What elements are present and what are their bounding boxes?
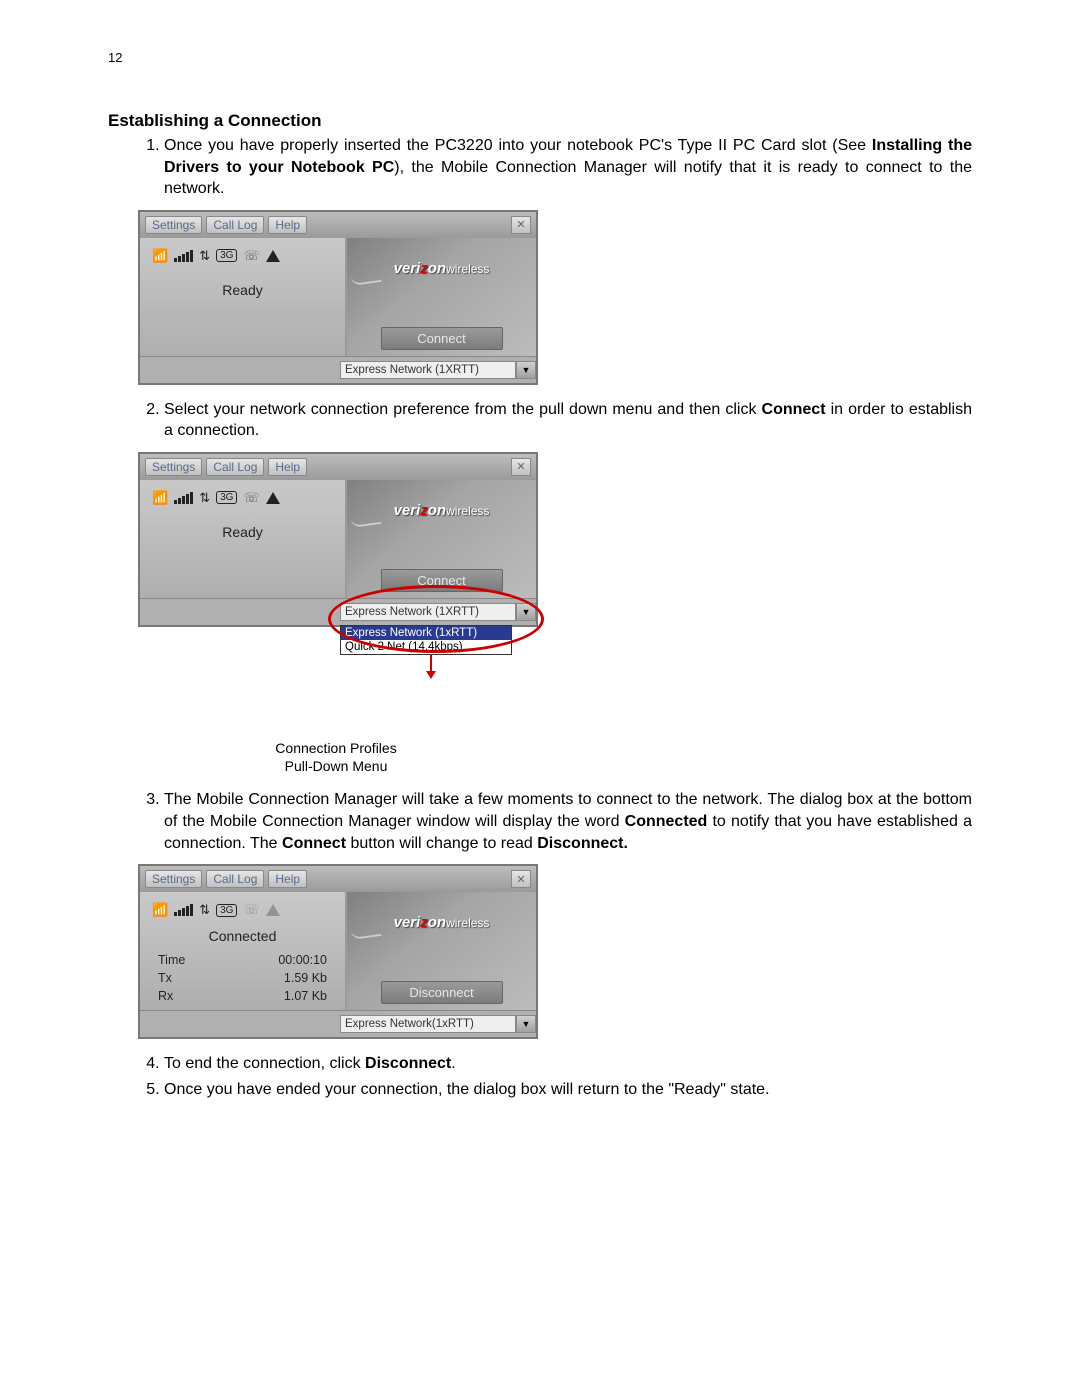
step-bold: Disconnect — [365, 1055, 451, 1072]
triangle-icon — [266, 492, 280, 504]
menu-help[interactable]: Help — [268, 870, 307, 888]
connection-manager-window: Settings Call Log Help ✕ 📶 ⇅ 3G ☏ Ready — [138, 210, 538, 385]
menu-settings[interactable]: Settings — [145, 870, 202, 888]
triangle-icon — [266, 250, 280, 262]
close-icon[interactable]: ✕ — [511, 458, 531, 476]
step-3: The Mobile Connection Manager will take … — [164, 789, 972, 854]
table-row: Rx1.07 Kb — [150, 988, 335, 1004]
step-5: Once you have ended your connection, the… — [164, 1079, 972, 1101]
titlebar: Settings Call Log Help ✕ — [140, 212, 536, 238]
3g-badge-icon: 3G — [216, 249, 237, 262]
menu-settings[interactable]: Settings — [145, 216, 202, 234]
stats-table: Time00:00:10 Tx1.59 Kb Rx1.07 Kb — [148, 950, 337, 1006]
close-icon[interactable]: ✕ — [511, 870, 531, 888]
document-page: 12 Establishing a Connection Once you ha… — [0, 0, 1080, 1170]
signal-bars-icon — [174, 904, 193, 916]
figure-caption: Connection Profiles Pull-Down Menu — [138, 739, 534, 775]
step-bold: Disconnect. — [537, 835, 628, 852]
profile-dropdown-row: Express Network (1XRTT) ▼ — [140, 356, 536, 383]
phone-icon: ☏ — [243, 902, 259, 918]
step-text: Select your network connection preferenc… — [164, 401, 762, 418]
action-panel: verizonwireless Connect — [347, 480, 536, 598]
signal-bars-icon — [174, 250, 193, 262]
disconnect-button[interactable]: Disconnect — [381, 981, 503, 1004]
brand-logo: verizonwireless — [347, 914, 536, 931]
dropdown-option[interactable]: Express Network (1xRTT) — [341, 626, 511, 640]
stat-label: Rx — [150, 988, 221, 1004]
profile-dropdown-row: Express Network (1XRTT) ▼ Express Networ… — [140, 598, 536, 625]
titlebar: Settings Call Log Help ✕ — [140, 866, 536, 892]
stat-label: Tx — [150, 970, 221, 986]
arrows-icon: ⇅ — [199, 490, 210, 506]
triangle-icon — [266, 904, 280, 916]
status-label: Connected — [148, 928, 337, 944]
phone-icon: ☏ — [243, 248, 259, 264]
step-bold: Connect — [762, 401, 826, 418]
dropdown-option[interactable]: Quick 2 Net (14.4kbps) — [341, 640, 511, 654]
signal-bars-icon — [174, 492, 193, 504]
table-row: Tx1.59 Kb — [150, 970, 335, 986]
arrows-icon: ⇅ — [199, 902, 210, 918]
antenna-icon: 📶 — [152, 248, 168, 264]
menu-settings[interactable]: Settings — [145, 458, 202, 476]
step-text: . — [451, 1055, 455, 1072]
profile-dropdown[interactable]: Express Network(1xRTT) — [340, 1015, 516, 1033]
antenna-icon: 📶 — [152, 902, 168, 918]
table-row: Time00:00:10 — [150, 952, 335, 968]
status-icons: 📶 ⇅ 3G ☏ — [148, 246, 337, 266]
menu-calllog[interactable]: Call Log — [206, 458, 264, 476]
antenna-icon: 📶 — [152, 490, 168, 506]
3g-badge-icon: 3G — [216, 491, 237, 504]
menu-calllog[interactable]: Call Log — [206, 216, 264, 234]
titlebar: Settings Call Log Help ✕ — [140, 454, 536, 480]
menu-help[interactable]: Help — [268, 458, 307, 476]
phone-icon: ☏ — [243, 490, 259, 506]
close-icon[interactable]: ✕ — [511, 216, 531, 234]
step-1: Once you have properly inserted the PC32… — [164, 135, 972, 200]
status-icons: 📶 ⇅ 3G ☏ — [148, 900, 337, 920]
action-panel: verizonwireless Connect — [347, 238, 536, 356]
stat-value: 00:00:10 — [223, 952, 335, 968]
arrows-icon: ⇅ — [199, 248, 210, 264]
status-icons: 📶 ⇅ 3G ☏ — [148, 488, 337, 508]
status-label: Ready — [148, 282, 337, 298]
menu-help[interactable]: Help — [268, 216, 307, 234]
brand-logo: verizonwireless — [347, 502, 536, 519]
menu-calllog[interactable]: Call Log — [206, 870, 264, 888]
section-heading: Establishing a Connection — [108, 111, 972, 131]
page-number: 12 — [108, 50, 972, 65]
status-panel: 📶 ⇅ 3G ☏ Connected Time00:00:10 Tx1.59 K… — [140, 892, 347, 1010]
connect-button[interactable]: Connect — [381, 569, 503, 592]
step-bold: Connected — [625, 813, 708, 830]
stat-label: Time — [150, 952, 221, 968]
chevron-down-icon[interactable]: ▼ — [516, 361, 536, 379]
step-text: Once you have properly inserted the PC32… — [164, 137, 872, 154]
step-text: To end the connection, click — [164, 1055, 365, 1072]
step-text: Once you have ended your connection, the… — [164, 1081, 770, 1098]
connection-manager-window: Settings Call Log Help ✕ 📶 ⇅ 3G ☏ Ready — [138, 452, 538, 627]
chevron-down-icon[interactable]: ▼ — [516, 1015, 536, 1033]
profile-dropdown-list: Express Network (1xRTT) Quick 2 Net (14.… — [340, 625, 512, 655]
status-label: Ready — [148, 524, 337, 540]
profile-dropdown-row: Express Network(1xRTT) ▼ — [140, 1010, 536, 1037]
step-bold: Connect — [282, 835, 346, 852]
3g-badge-icon: 3G — [216, 904, 237, 917]
brand-logo: verizonwireless — [347, 260, 536, 277]
step-2: Select your network connection preferenc… — [164, 399, 972, 442]
step-text: button will change to read — [346, 835, 537, 852]
connection-manager-window: Settings Call Log Help ✕ 📶 ⇅ 3G ☏ Connec… — [138, 864, 538, 1039]
profile-dropdown[interactable]: Express Network (1XRTT) — [340, 361, 516, 379]
step-4: To end the connection, click Disconnect. — [164, 1053, 972, 1075]
action-panel: verizonwireless Disconnect — [347, 892, 536, 1010]
stat-value: 1.07 Kb — [223, 988, 335, 1004]
stat-value: 1.59 Kb — [223, 970, 335, 986]
status-panel: 📶 ⇅ 3G ☏ Ready — [140, 480, 347, 598]
chevron-down-icon[interactable]: ▼ — [516, 603, 536, 621]
status-panel: 📶 ⇅ 3G ☏ Ready — [140, 238, 347, 356]
profile-dropdown[interactable]: Express Network (1XRTT) — [340, 603, 516, 621]
connect-button[interactable]: Connect — [381, 327, 503, 350]
